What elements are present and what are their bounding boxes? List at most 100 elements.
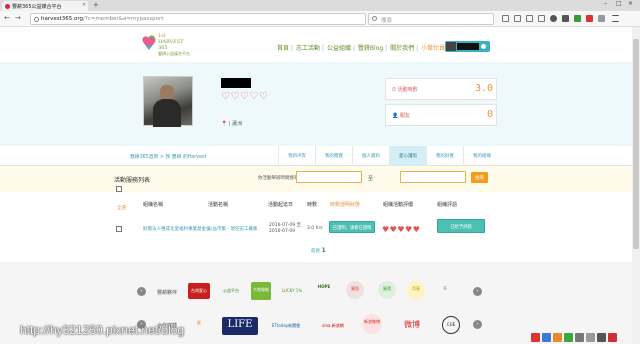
app-icon[interactable]	[575, 333, 584, 342]
sponsor-logo[interactable]: 資訊	[346, 281, 364, 299]
stat-value: 0	[486, 109, 493, 120]
search-button[interactable]: 搜尋	[471, 172, 488, 183]
sponsor-prev-arrow[interactable]: ‹	[137, 287, 146, 296]
app-icon[interactable]	[586, 333, 595, 342]
media-logo[interactable]: 微博	[394, 317, 430, 333]
col-status: 時數證明狀態	[330, 202, 361, 208]
tab-ip[interactable]: 我的IP等	[278, 146, 315, 166]
menu-icon[interactable]	[612, 15, 619, 22]
site-logo[interactable]: 1st HARVEST 365 豐耕公益媒合平台	[140, 30, 190, 60]
menu-item-volunteer[interactable]: 志工活動	[296, 45, 320, 52]
tab-orgs[interactable]: 我的組織	[463, 146, 500, 166]
window-close-icon[interactable]: ×	[628, 0, 633, 7]
sponsors-label: 豐耕夥伴	[157, 290, 178, 296]
profile-location: 📍 | 蘆洲	[221, 121, 243, 127]
tab-profile[interactable]: 個人資料	[352, 146, 389, 166]
maximize-icon[interactable]: □	[616, 0, 622, 7]
date-to-label: 至	[368, 176, 374, 182]
pager-prev[interactable]: 前頁	[311, 249, 320, 254]
media-logo[interactable]: ETtoday新聞雲	[266, 318, 306, 334]
sponsor-next-arrow[interactable]: ›	[473, 287, 482, 296]
tab-close-icon[interactable]: ×	[82, 2, 86, 8]
reading-list-icon[interactable]	[514, 15, 521, 22]
avatar	[446, 42, 456, 51]
select-all-label[interactable]: 全選	[117, 205, 126, 211]
sponsor-logo[interactable]: LUCKY 1%	[280, 283, 304, 299]
search-placeholder: 搜尋	[381, 18, 393, 24]
page-scrollbar[interactable]	[632, 27, 640, 344]
media-logo[interactable]: 豐	[192, 315, 206, 335]
pocket-icon[interactable]	[550, 15, 557, 22]
logo-text: 1st HARVEST 365	[158, 33, 184, 51]
site-header: 1st HARVEST 365 豐耕公益媒合平台 首頁 | 志工活動 | 公益組織 |…	[0, 27, 632, 61]
media-logo[interactable]: 新浪微博	[362, 314, 382, 334]
menu-item-orgs[interactable]: 公益組織	[327, 45, 351, 52]
status-button[interactable]: 已證明，請看已證明	[329, 221, 375, 233]
media-logo[interactable]: sina 新浪網	[314, 318, 352, 334]
app-icon[interactable]	[597, 333, 606, 342]
col-rating: 組織活動評價	[383, 202, 414, 208]
menu-item-home[interactable]: 首頁	[277, 45, 289, 52]
sponsor-logo[interactable]: 草	[436, 281, 454, 299]
forward-button[interactable]: →	[15, 14, 21, 22]
app-icon[interactable]	[553, 333, 562, 342]
sponsor-logo[interactable]: 台灣愛心	[188, 283, 210, 299]
sponsor-logo[interactable]: 月亮	[407, 281, 425, 299]
row-activity[interactable]: 公益市集 - 現任志工募集	[208, 226, 257, 232]
logo-heart-icon	[142, 35, 156, 50]
sponsor-logo[interactable]: 公益平台	[220, 283, 242, 299]
stat-friends: 👤 關友 0	[385, 104, 497, 126]
media-logo[interactable]: LIFE	[222, 317, 258, 335]
floating-icons	[531, 333, 619, 342]
download-icon[interactable]	[526, 15, 533, 22]
row-org[interactable]: 財團法人惠成化愛福利事業基金會	[143, 226, 211, 232]
menu-separator: |	[416, 45, 419, 52]
site-info-icon[interactable]	[34, 17, 39, 22]
new-tab-button[interactable]: +	[93, 1, 99, 9]
row-hours: 3.0 hrs	[307, 226, 323, 231]
home-icon[interactable]	[538, 15, 545, 22]
menu-item-about[interactable]: 關於我們	[390, 45, 414, 52]
addon-icon[interactable]	[598, 15, 605, 22]
app-icon[interactable]	[564, 333, 573, 342]
profile-photo	[143, 76, 193, 127]
minimize-icon[interactable]: –	[604, 0, 607, 7]
star-icon[interactable]	[502, 15, 509, 22]
menu-item-blog[interactable]: 豐耕Blog	[358, 45, 383, 52]
date-from-input[interactable]	[296, 171, 362, 183]
sponsor-logo[interactable]: HOPE	[313, 279, 335, 299]
comment-button[interactable]: 已給予評語	[437, 219, 485, 233]
browser-search-box[interactable]: 搜尋	[368, 13, 494, 25]
tab-passport[interactable]: 愛心護照	[389, 146, 426, 166]
tab-resume[interactable]: 我的簡歷	[315, 146, 352, 166]
app-icon[interactable]	[608, 333, 617, 342]
menu-item-helper[interactable]: 小幫忙員	[421, 45, 445, 52]
row-date: 2016-07-09 至 2016-07-09	[269, 223, 302, 234]
app-icon[interactable]	[542, 333, 551, 342]
activity-table: 全選 組織名稱 活動名稱 活動起迄日 時數 時數證明狀態 組織活動評價 組織評語…	[0, 192, 632, 262]
url-host: harvest365.org	[41, 16, 84, 22]
browser-tab[interactable]: 豐耕365公益媒合平台 ×	[2, 1, 88, 11]
media-next-arrow[interactable]: ›	[473, 320, 482, 329]
date-to-input[interactable]	[400, 171, 466, 183]
adblock-icon[interactable]	[586, 15, 593, 22]
col-date: 活動起迄日	[268, 202, 294, 208]
pager-current[interactable]: 1	[321, 247, 325, 254]
tab-assets[interactable]: 我的財產	[426, 146, 463, 166]
addon-icon[interactable]	[574, 15, 581, 22]
media-logo[interactable]: CUE	[442, 316, 460, 334]
list-title: 活動服務列表	[114, 177, 151, 184]
back-button[interactable]: ←	[4, 14, 10, 22]
scrollbar-thumb[interactable]	[633, 39, 639, 249]
app-icon[interactable]	[531, 333, 540, 342]
sponsor-logo[interactable]: 大地綠能	[251, 282, 271, 300]
sponsor-logo[interactable]: 圓環	[378, 281, 396, 299]
user-menu[interactable]	[445, 41, 490, 52]
breadcrumb[interactable]: 豐耕365首頁 > 我 豐耕 的Harvest	[130, 153, 206, 160]
main-menu: 首頁 | 志工活動 | 公益組織 | 豐耕Blog | 關於我們 | 小幫忙員	[277, 43, 446, 52]
row-checkbox[interactable]	[116, 226, 122, 232]
extension-icon[interactable]	[562, 15, 569, 22]
address-bar[interactable]: harvest365.org/?c=member&a=mypassport C	[30, 13, 366, 25]
search-icon	[372, 16, 377, 21]
user-toggle-icon[interactable]	[481, 44, 486, 49]
